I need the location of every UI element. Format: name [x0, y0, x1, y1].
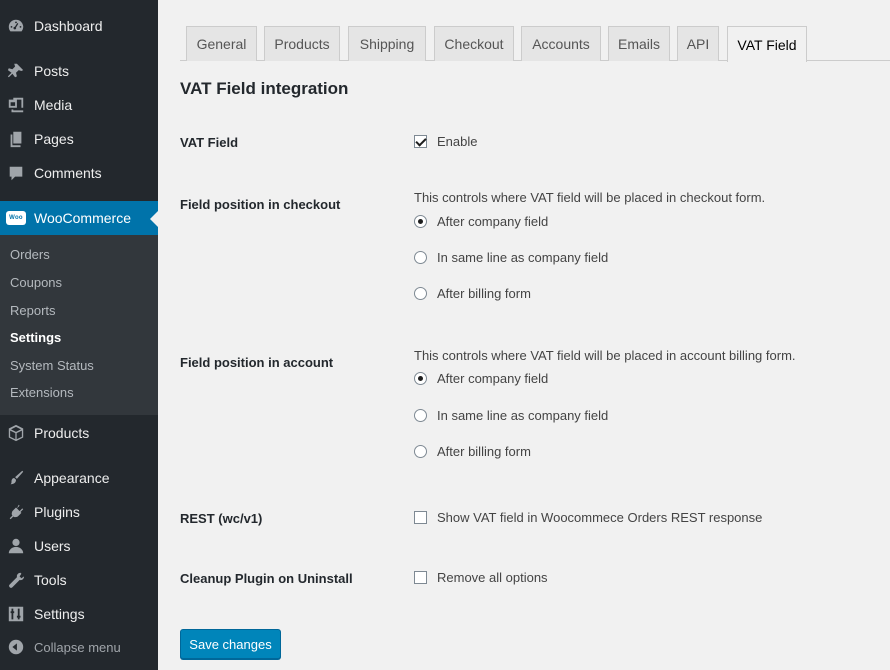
admin-sidebar: Dashboard Posts Media Pages Comments Woo…: [0, 0, 158, 670]
tab-shipping[interactable]: Shipping: [348, 26, 426, 61]
cleanup-option-label: Remove all options: [437, 570, 548, 585]
tab-vat-field[interactable]: VAT Field: [727, 26, 807, 62]
menu-label-comments: Comments: [34, 165, 102, 181]
menu-item-media[interactable]: Media: [0, 88, 158, 122]
menu-label-tools: Tools: [34, 572, 67, 588]
menu-item-woocommerce[interactable]: Woo WooCommerce: [0, 201, 158, 235]
checkout-option-after-company[interactable]: After company field: [414, 214, 548, 229]
collapse-icon: [6, 637, 26, 657]
account-position-label: Field position in account: [180, 355, 334, 370]
checkout-option-after-billing[interactable]: After billing form: [414, 286, 531, 301]
submenu-item-reports[interactable]: Reports: [10, 303, 56, 318]
tab-accounts[interactable]: Accounts: [521, 26, 601, 61]
account-option-label: In same line as company field: [437, 408, 609, 423]
tab-api[interactable]: API: [677, 26, 719, 61]
menu-label-users: Users: [34, 538, 71, 554]
menu-label-media: Media: [34, 97, 73, 113]
menu-item-products[interactable]: Products: [0, 416, 158, 450]
active-menu-arrow: [150, 211, 158, 227]
menu-label-plugins: Plugins: [34, 504, 80, 520]
menu-item-comments[interactable]: Comments: [0, 156, 158, 190]
menu-item-settings[interactable]: Settings: [0, 597, 158, 631]
tab-products[interactable]: Products: [264, 26, 340, 61]
dashboard-icon: [6, 16, 26, 36]
settings-tabs: General Products Shipping Checkout Accou…: [158, 0, 890, 62]
submenu-item-extensions[interactable]: Extensions: [10, 385, 74, 400]
menu-item-posts[interactable]: Posts: [0, 54, 158, 88]
checkout-radio-after-billing[interactable]: [414, 287, 427, 300]
woo-badge: Woo: [6, 211, 26, 225]
cube-icon: [6, 423, 26, 443]
menu-label-posts: Posts: [34, 63, 70, 79]
cleanup-option[interactable]: Remove all options: [414, 570, 548, 585]
sliders-icon: [6, 604, 26, 624]
submenu-item-system-status[interactable]: System Status: [10, 358, 94, 373]
rest-option[interactable]: Show VAT field in Woocommece Orders REST…: [414, 510, 762, 525]
menu-item-dashboard[interactable]: Dashboard: [0, 9, 158, 43]
tab-general[interactable]: General: [186, 26, 257, 61]
menu-item-plugins[interactable]: Plugins: [0, 495, 158, 529]
submenu-item-coupons[interactable]: Coupons: [10, 275, 62, 290]
menu-item-pages[interactable]: Pages: [0, 122, 158, 156]
collapse-menu-button[interactable]: Collapse menu: [0, 630, 158, 664]
account-radio-after-billing[interactable]: [414, 445, 427, 458]
wrench-icon: [6, 570, 26, 590]
account-option-same-line[interactable]: In same line as company field: [414, 408, 608, 423]
user-icon: [6, 536, 26, 556]
woo-icon: Woo: [6, 208, 26, 228]
menu-label-woocommerce: WooCommerce: [34, 210, 131, 226]
account-option-label: After billing form: [437, 444, 531, 459]
submenu-item-settings[interactable]: Settings: [10, 330, 61, 345]
tab-checkout[interactable]: Checkout: [434, 26, 514, 61]
account-option-after-company[interactable]: After company field: [414, 371, 548, 386]
menu-label-collapse: Collapse menu: [34, 639, 121, 655]
woocommerce-submenu: Orders Coupons Reports Settings System S…: [0, 235, 158, 415]
checkout-radio-same-line[interactable]: [414, 251, 427, 264]
checkout-option-label: In same line as company field: [437, 250, 609, 265]
account-position-description: This controls where VAT field will be pl…: [414, 348, 796, 363]
vat-enable-checkbox[interactable]: [414, 135, 427, 148]
checkout-option-same-line[interactable]: In same line as company field: [414, 250, 608, 265]
menu-label-pages: Pages: [34, 131, 74, 147]
menu-item-users[interactable]: Users: [0, 529, 158, 563]
rest-checkbox[interactable]: [414, 511, 427, 524]
checkout-option-label: After company field: [437, 214, 549, 229]
vat-enable-option[interactable]: Enable: [414, 134, 477, 149]
menu-label-dashboard: Dashboard: [34, 18, 103, 34]
account-radio-after-company[interactable]: [414, 372, 427, 385]
checkout-radio-after-company[interactable]: [414, 215, 427, 228]
vat-enable-label: Enable: [437, 134, 478, 149]
submenu-item-orders[interactable]: Orders: [10, 247, 50, 262]
save-changes-button[interactable]: Save changes: [180, 629, 281, 659]
plug-icon: [6, 502, 26, 522]
account-option-label: After company field: [437, 371, 549, 386]
media-icon: [6, 95, 26, 115]
page-title: VAT Field integration: [180, 79, 349, 98]
menu-item-tools[interactable]: Tools: [0, 563, 158, 597]
menu-label-products: Products: [34, 425, 90, 441]
checkout-option-label: After billing form: [437, 286, 531, 301]
pages-icon: [6, 129, 26, 149]
cleanup-label: Cleanup Plugin on Uninstall: [180, 571, 353, 586]
rest-label: REST (wc/v1): [180, 511, 263, 526]
checkout-position-description: This controls where VAT field will be pl…: [414, 190, 766, 205]
account-radio-same-line[interactable]: [414, 409, 427, 422]
brush-icon: [6, 468, 26, 488]
account-option-after-billing[interactable]: After billing form: [414, 444, 531, 459]
vat-field-label: VAT Field: [180, 135, 239, 150]
menu-item-appearance[interactable]: Appearance: [0, 461, 158, 495]
settings-content: VAT Field integration VAT Field Enable F…: [158, 62, 890, 670]
menu-label-settings: Settings: [34, 606, 85, 622]
pin-icon: [6, 61, 26, 81]
tab-emails[interactable]: Emails: [608, 26, 670, 61]
comment-icon: [6, 163, 26, 183]
rest-option-label: Show VAT field in Woocommece Orders REST…: [437, 510, 763, 525]
menu-label-appearance: Appearance: [34, 470, 110, 486]
cleanup-checkbox[interactable]: [414, 571, 427, 584]
checkout-position-label: Field position in checkout: [180, 197, 341, 212]
